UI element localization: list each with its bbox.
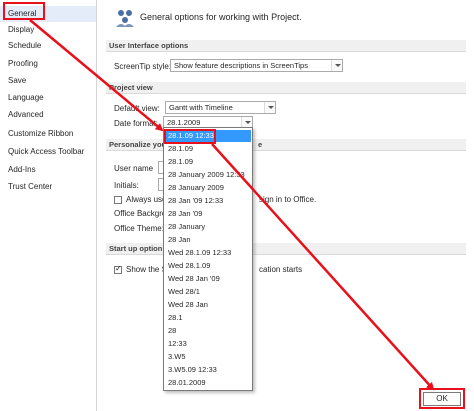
date-format-option[interactable]: 28 Jan '09 12:33 (166, 195, 251, 207)
options-sidebar: General Display Schedule Proofing Save L… (0, 0, 97, 411)
default-view-value: Gantt with Timeline (169, 103, 233, 112)
office-theme-label: Office Theme: (114, 224, 164, 233)
sidebar-item-display[interactable]: Display (0, 22, 96, 38)
user-name-label: User name (114, 164, 154, 173)
page-title: General options for working with Project… (140, 12, 302, 22)
always-use-label-tail: sign in to Office. (259, 195, 317, 204)
date-format-option[interactable]: 28 January 2009 (166, 182, 251, 194)
chevron-down-icon[interactable] (264, 102, 275, 113)
date-format-dropdown-list: 28.1.09 12:33 28.1.09 28.1.09 28 January… (163, 127, 253, 391)
section-personalize: Personalize you e (106, 139, 466, 151)
general-options-icon (116, 10, 134, 27)
show-start-screen-label: Show the S (126, 265, 167, 274)
date-format-option[interactable]: 28 January (166, 221, 251, 233)
sidebar-item-customize-ribbon[interactable]: Customize Ribbon (0, 126, 96, 142)
options-main-panel: General options for working with Project… (98, 0, 474, 411)
always-use-checkbox[interactable] (114, 196, 122, 204)
date-format-option[interactable]: 28.01.2009 (166, 377, 251, 389)
screentip-style-label: ScreenTip style: (114, 62, 172, 71)
ok-button[interactable]: OK (423, 392, 461, 406)
personalize-title-end: e (258, 140, 263, 149)
default-view-select[interactable]: Gantt with Timeline (165, 101, 276, 114)
date-format-option[interactable]: Wed 28/1 (166, 286, 251, 298)
sidebar-item-proofing[interactable]: Proofing (0, 56, 96, 72)
sidebar-item-advanced[interactable]: Advanced (0, 107, 96, 123)
date-format-option[interactable]: 28.1.09 12:33 (166, 130, 251, 142)
show-start-screen-checkbox[interactable] (114, 264, 122, 274)
always-use-label: Always use (126, 195, 167, 204)
show-start-screen-label-tail: cation starts (259, 265, 303, 274)
screentip-style-select[interactable]: Show feature descriptions in ScreenTips (170, 59, 343, 72)
default-view-label: Default view: (114, 104, 160, 113)
sidebar-item-trust-center[interactable]: Trust Center (0, 179, 96, 195)
sidebar-item-schedule[interactable]: Schedule (0, 38, 96, 54)
date-format-option[interactable]: 28 Jan (166, 234, 251, 246)
date-format-option[interactable]: Wed 28.1.09 (166, 260, 251, 272)
date-format-option[interactable]: 28.1.09 (166, 143, 251, 155)
date-format-option[interactable]: 3.W5 (166, 351, 251, 363)
date-format-option[interactable]: Wed 28 Jan '09 (166, 273, 251, 285)
date-format-option[interactable]: 28.1.09 (166, 156, 251, 168)
office-background-label: Office Backgro (114, 209, 167, 218)
date-format-option[interactable]: 28 (166, 325, 251, 337)
sidebar-item-language[interactable]: Language (0, 90, 96, 106)
date-format-value: 28.1.2009 (167, 118, 201, 127)
sidebar-item-general[interactable]: General (0, 6, 96, 22)
date-format-option[interactable]: 28 Jan '09 (166, 208, 251, 220)
section-startup: Start up option (106, 243, 466, 255)
initials-label: Initials: (114, 181, 139, 190)
date-format-option[interactable]: Wed 28 Jan (166, 299, 251, 311)
screentip-style-value: Show feature descriptions in ScreenTips (174, 61, 308, 70)
sidebar-item-quick-access-toolbar[interactable]: Quick Access Toolbar (0, 144, 96, 160)
date-format-option[interactable]: 12:33 (166, 338, 251, 350)
date-format-option[interactable]: 3.W5.09 12:33 (166, 364, 251, 376)
date-format-option[interactable]: 28.1 (166, 312, 251, 324)
date-format-option[interactable]: 28 January 2009 12:33 (166, 169, 251, 181)
chevron-down-icon[interactable] (331, 60, 342, 71)
sidebar-item-add-ins[interactable]: Add-Ins (0, 162, 96, 178)
section-project-view: Project view (106, 82, 466, 94)
date-format-label: Date format: (114, 119, 159, 128)
date-format-option[interactable]: Wed 28.1.09 12:33 (166, 247, 251, 259)
personalize-title-start: Personalize you (109, 140, 167, 149)
section-ui-options: User Interface options (106, 40, 466, 52)
sidebar-item-save[interactable]: Save (0, 73, 96, 89)
